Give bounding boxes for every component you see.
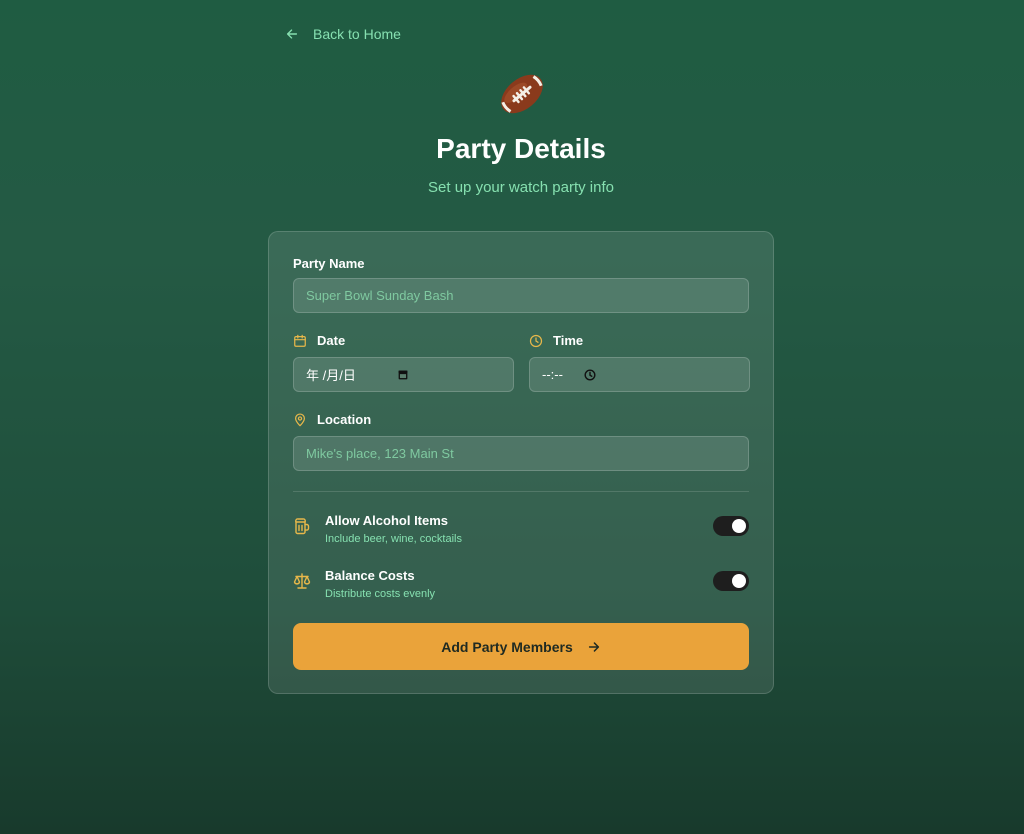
back-to-home-link[interactable]: Back to Home	[285, 26, 401, 42]
page-title: Party Details	[436, 133, 606, 164]
balance-costs-toggle-title: Balance Costs	[325, 568, 415, 583]
scale-icon	[293, 573, 311, 589]
party-details-card: Party Name Super Bowl Sunday Bash Date 年…	[268, 231, 774, 694]
add-party-members-label: Add Party Members	[441, 638, 573, 655]
page-subtitle: Set up your watch party info	[428, 179, 614, 196]
beer-mug-icon	[295, 518, 310, 535]
arrow-right-icon	[588, 641, 599, 652]
arrow-left-icon	[286, 29, 298, 39]
balance-costs-toggle-switch[interactable]	[713, 571, 749, 591]
clock-picker-icon[interactable]	[583, 368, 597, 382]
calendar-icon	[294, 334, 306, 347]
clock-icon	[529, 334, 543, 347]
time-input[interactable]: --:--	[529, 357, 750, 392]
alcohol-toggle-title: Allow Alcohol Items	[325, 513, 449, 528]
balance-costs-toggle-row: Balance Costs Distribute costs evenly	[293, 568, 749, 602]
section-divider	[293, 491, 749, 492]
alcohol-toggle-switch[interactable]	[713, 516, 749, 536]
location-label: Location	[293, 412, 371, 427]
calendar-picker-icon[interactable]	[396, 368, 410, 382]
date-input[interactable]: 年 /月/日	[293, 357, 514, 392]
map-pin-icon	[295, 412, 305, 426]
party-name-label: Party Name	[293, 256, 365, 271]
alcohol-toggle-description: Include beer, wine, cocktails	[325, 533, 462, 545]
toggle-knob	[732, 574, 746, 588]
party-name-input[interactable]: Super Bowl Sunday Bash	[293, 278, 749, 313]
toggle-knob	[732, 519, 746, 533]
alcohol-toggle-row: Allow Alcohol Items Include beer, wine, …	[293, 513, 749, 547]
football-icon	[501, 74, 543, 114]
date-label: Date	[293, 333, 345, 348]
back-link-label: Back to Home	[313, 26, 401, 42]
time-label: Time	[529, 333, 583, 348]
location-input[interactable]: Mike's place, 123 Main St	[293, 436, 749, 471]
balance-costs-toggle-description: Distribute costs evenly	[325, 588, 436, 600]
add-party-members-button[interactable]: Add Party Members	[293, 623, 749, 670]
